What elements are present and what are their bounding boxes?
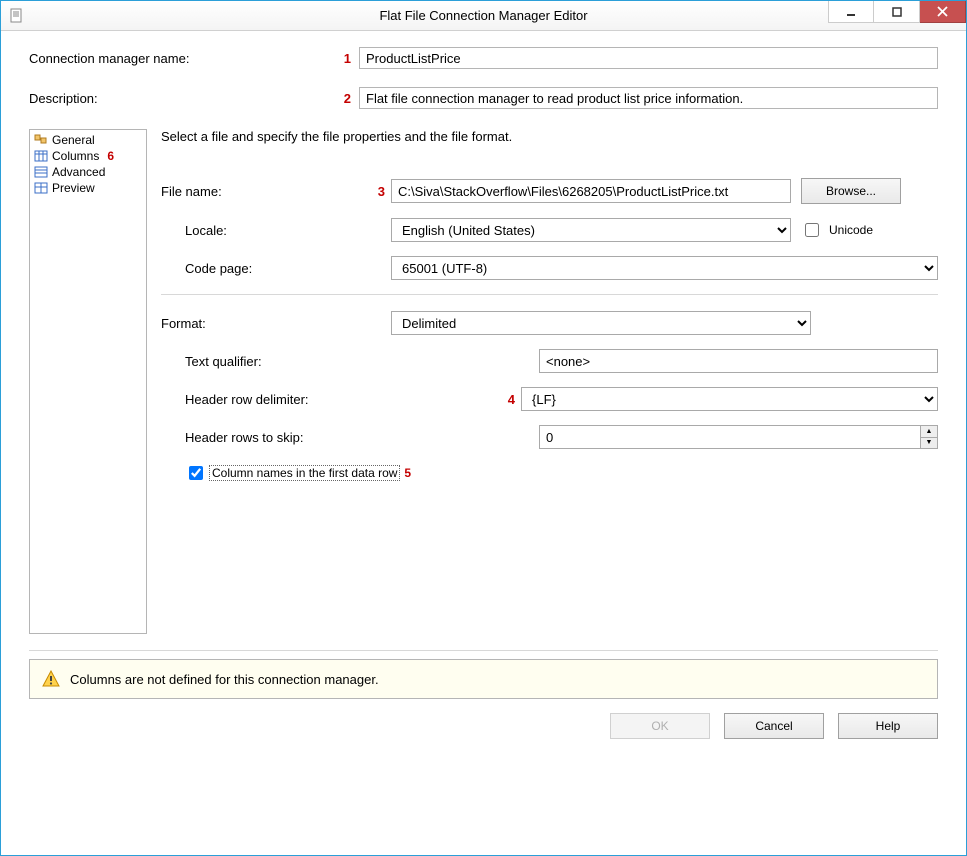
header-delimiter-label: Header row delimiter:	[161, 392, 503, 407]
locale-select[interactable]: English (United States)	[391, 218, 791, 242]
spinner-down-icon[interactable]: ▼	[921, 438, 937, 449]
sidebar: General Columns 6 Advanced Preview	[29, 129, 147, 634]
warning-text: Columns are not defined for this connect…	[70, 672, 379, 687]
help-button[interactable]: Help	[838, 713, 938, 739]
main-panel: Select a file and specify the file prope…	[161, 129, 938, 634]
window-buttons	[828, 1, 966, 30]
unicode-checkbox-wrap[interactable]: Unicode	[801, 220, 873, 240]
sidebar-item-label: Advanced	[52, 164, 105, 180]
connection-name-input[interactable]	[359, 47, 938, 69]
file-name-input[interactable]	[391, 179, 791, 203]
warning-icon	[42, 670, 60, 688]
sidebar-item-label: General	[52, 132, 95, 148]
window-title: Flat File Connection Manager Editor	[1, 8, 966, 23]
annotation-1: 1	[339, 51, 351, 66]
annotation-2: 2	[339, 91, 351, 106]
unicode-checkbox[interactable]	[805, 223, 819, 237]
file-name-label: File name:	[161, 184, 373, 199]
unicode-label: Unicode	[829, 223, 873, 237]
text-qualifier-label: Text qualifier:	[161, 354, 521, 369]
annotation-3: 3	[373, 184, 385, 199]
sidebar-item-advanced[interactable]: Advanced	[34, 164, 142, 180]
ok-button[interactable]: OK	[610, 713, 710, 739]
footer: OK Cancel Help	[1, 699, 966, 739]
sidebar-item-preview[interactable]: Preview	[34, 180, 142, 196]
cancel-button[interactable]: Cancel	[724, 713, 824, 739]
text-qualifier-input[interactable]	[539, 349, 938, 373]
annotation-4: 4	[503, 392, 515, 407]
separator	[161, 294, 938, 295]
sidebar-item-label: Preview	[52, 180, 95, 196]
general-icon	[34, 133, 48, 147]
codepage-select[interactable]: 65001 (UTF-8)	[391, 256, 938, 280]
locale-label: Locale:	[161, 223, 373, 238]
advanced-icon	[34, 165, 48, 179]
colnames-checkbox[interactable]	[189, 466, 203, 480]
format-label: Format:	[161, 316, 373, 331]
codepage-label: Code page:	[161, 261, 373, 276]
annotation-6: 6	[107, 148, 114, 164]
connection-name-label: Connection manager name:	[29, 51, 339, 66]
maximize-button[interactable]	[874, 1, 920, 23]
app-icon	[9, 8, 25, 24]
skip-label: Header rows to skip:	[161, 430, 521, 445]
close-button[interactable]	[920, 1, 966, 23]
skip-rows-input[interactable]	[539, 425, 920, 449]
colnames-label: Column names in the first data row	[209, 465, 400, 481]
sidebar-item-general[interactable]: General	[34, 132, 142, 148]
lower-separator	[29, 650, 938, 651]
warning-box: Columns are not defined for this connect…	[29, 659, 938, 699]
browse-button[interactable]: Browse...	[801, 178, 901, 204]
header-delimiter-select[interactable]: {LF}	[521, 387, 938, 411]
sidebar-item-label: Columns	[52, 148, 99, 164]
columns-icon	[34, 149, 48, 163]
skip-spinner[interactable]: ▲ ▼	[920, 425, 938, 449]
annotation-5: 5	[404, 466, 411, 480]
instruction-text: Select a file and specify the file prope…	[161, 129, 938, 144]
description-input[interactable]	[359, 87, 938, 109]
preview-icon	[34, 181, 48, 195]
spinner-up-icon[interactable]: ▲	[921, 426, 937, 438]
titlebar: Flat File Connection Manager Editor	[1, 1, 966, 31]
description-label: Description:	[29, 91, 339, 106]
minimize-button[interactable]	[828, 1, 874, 23]
format-select[interactable]: Delimited	[391, 311, 811, 335]
sidebar-item-columns[interactable]: Columns 6	[34, 148, 142, 164]
